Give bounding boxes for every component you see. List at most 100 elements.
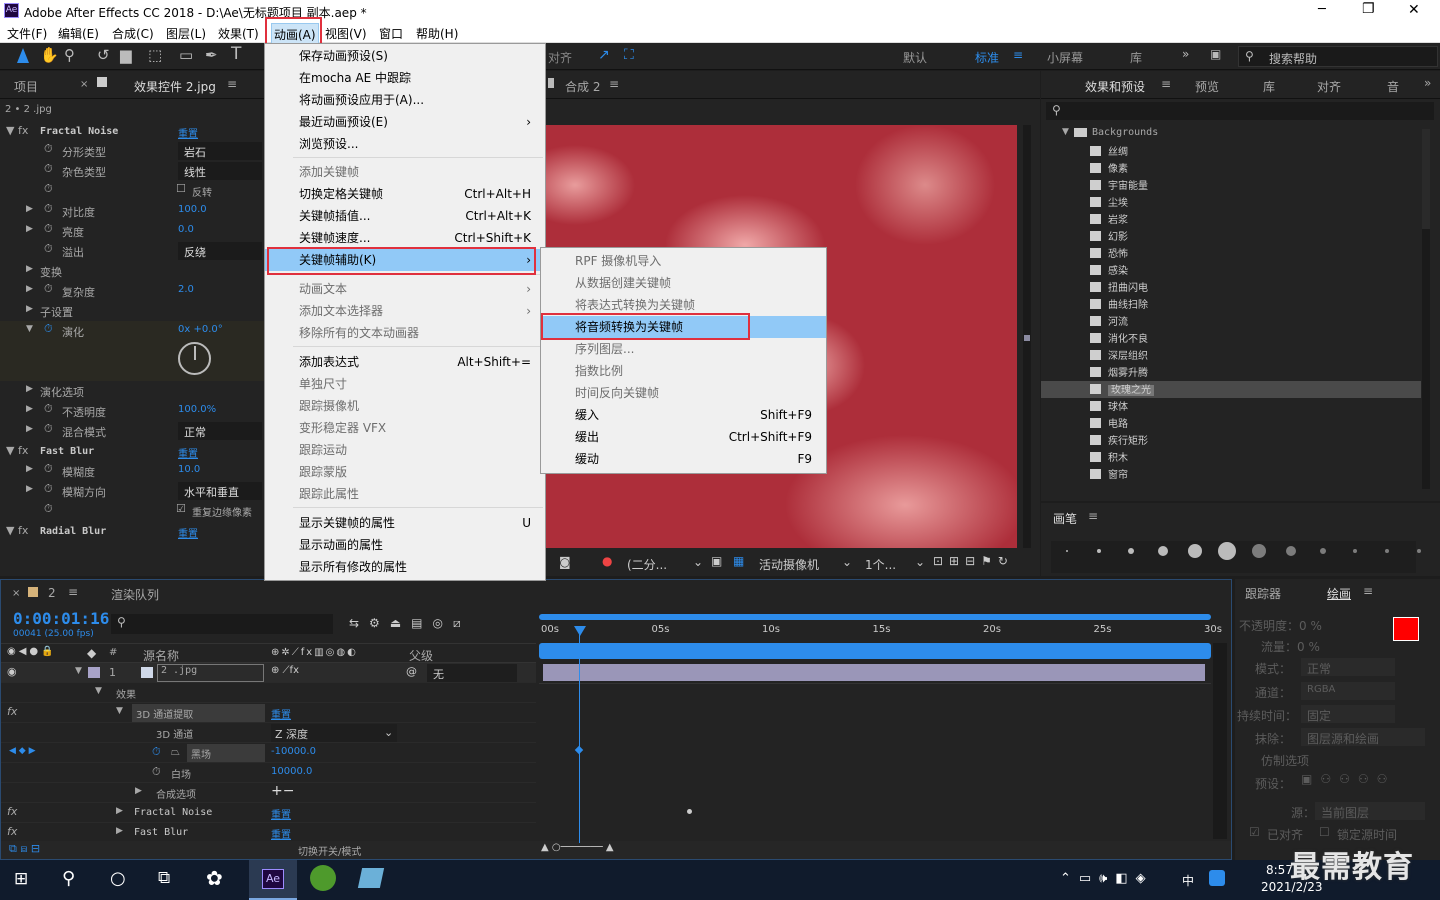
- preset-item[interactable]: 感染: [1090, 262, 1128, 279]
- text-tool-icon[interactable]: T: [231, 44, 241, 64]
- footer-icons[interactable]: ⧉ ⧈ ⊟: [9, 842, 40, 856]
- preset-item[interactable]: 消化不良: [1090, 330, 1148, 347]
- stopwatch-icon[interactable]: ⏱: [44, 462, 53, 476]
- brush-tip[interactable]: [1252, 544, 1266, 558]
- stopwatch-icon[interactable]: ⏱: [44, 202, 53, 216]
- menu-layer[interactable]: 图层(L): [166, 25, 206, 42]
- keyframe-nav-icons[interactable]: ◀ ◆ ▶: [9, 746, 36, 756]
- layer-name[interactable]: 2 .jpg: [157, 664, 264, 682]
- expand-arrow-icon[interactable]: ▶: [26, 404, 33, 414]
- brush-tip[interactable]: [1417, 549, 1421, 553]
- shape-tool-icon[interactable]: ▭: [179, 46, 193, 64]
- checkbox[interactable]: ☐: [176, 182, 186, 195]
- tab-brushes[interactable]: 画笔: [1053, 510, 1077, 527]
- tab-tracker[interactable]: 跟踪器: [1245, 585, 1281, 602]
- stopwatch-icon[interactable]: ⏱: [44, 502, 53, 516]
- menu-item[interactable]: 从数据创建关键帧: [541, 272, 826, 294]
- preset-item[interactable]: 曲线扫除: [1090, 296, 1148, 313]
- tab-align[interactable]: 对齐: [1317, 78, 1341, 95]
- fx-icon[interactable]: fx: [7, 825, 17, 838]
- effect-name[interactable]: Fast Blur: [134, 827, 188, 838]
- pickwhip-icon[interactable]: @: [406, 665, 417, 678]
- layer-row[interactable]: ◉ 1 ▼ 2 .jpg ⊕ ⟋fx @ 无: [1, 663, 536, 683]
- menu-item[interactable]: 序列图层...: [541, 338, 826, 360]
- preset-item[interactable]: 岩浆: [1090, 211, 1128, 228]
- menu-item[interactable]: 跟踪运动: [265, 439, 545, 461]
- effects-search-input[interactable]: ⚲: [1046, 102, 1434, 120]
- workspace-library[interactable]: 库: [1130, 49, 1142, 66]
- expand-arrow-icon[interactable]: ▶: [26, 384, 33, 394]
- menu-item[interactable]: 最近动画预设(E) ›: [265, 111, 545, 133]
- menu-window[interactable]: 窗口: [379, 25, 403, 42]
- camera-tool-icon[interactable]: ▆: [120, 46, 132, 64]
- expand-arrow-icon[interactable]: ▼: [75, 666, 82, 676]
- minimize-button[interactable]: ─: [1318, 2, 1326, 17]
- tab-menu-icon[interactable]: ≡: [1088, 509, 1098, 523]
- tab-menu-icon[interactable]: ≡: [68, 585, 78, 599]
- preset-item[interactable]: 积木: [1090, 449, 1128, 466]
- menu-effect[interactable]: 效果(T): [218, 25, 259, 42]
- preset-item[interactable]: 玫瑰之光: [1041, 381, 1421, 398]
- value-field[interactable]: 10.0: [178, 464, 200, 475]
- reset-link[interactable]: 重置: [271, 806, 291, 821]
- scroll-handle[interactable]: [1422, 129, 1430, 229]
- reset-link[interactable]: 重置: [178, 445, 198, 460]
- clock-time[interactable]: 8:57: [1266, 863, 1293, 877]
- viewer-options-icons[interactable]: ⊡⊞⊟⚑↻: [933, 554, 1014, 568]
- brush-tip[interactable]: [1385, 549, 1389, 553]
- value-dropdown[interactable]: 水平和垂直: [178, 482, 262, 500]
- clone-preset-icons[interactable]: ▣⚇⚇⚇⚇: [1301, 772, 1395, 786]
- evolution-dial[interactable]: [178, 342, 211, 375]
- menu-item[interactable]: 关键帧插值... Ctrl+Alt+K: [265, 205, 545, 227]
- notebook-app-icon[interactable]: [357, 868, 385, 888]
- foreground-color-swatch[interactable]: [1393, 617, 1419, 641]
- cortana-icon[interactable]: ○: [110, 868, 126, 889]
- effect-prop-row[interactable]: ▼ fx Radial Blur 重置: [0, 521, 265, 541]
- time-ruler[interactable]: 00s 05s 10s 15s 20s 25s 30s: [539, 614, 1222, 642]
- menu-item[interactable]: 缓出 Ctrl+Shift+F9: [541, 426, 826, 448]
- value-dropdown[interactable]: 反绕: [178, 242, 262, 260]
- checkbox-label[interactable]: 反转: [192, 184, 212, 199]
- brush-tip[interactable]: [1097, 549, 1101, 553]
- menu-item[interactable]: 跟踪蒙版: [265, 461, 545, 483]
- tab-menu-icon[interactable]: ≡: [1161, 77, 1171, 91]
- close-button[interactable]: ✕: [1408, 2, 1420, 18]
- tab-audio[interactable]: 音: [1387, 78, 1399, 95]
- tab-composition[interactable]: 合成 2: [565, 78, 600, 95]
- menu-composition[interactable]: 合成(C): [112, 25, 154, 42]
- tab-menu-icon[interactable]: ≡: [227, 77, 237, 91]
- workspace-small-screen[interactable]: 小屏幕: [1047, 49, 1083, 66]
- expand-arrow-icon[interactable]: ▼ fx: [6, 124, 28, 137]
- value-field[interactable]: 0x +0.0°: [178, 324, 223, 335]
- effect-prop-row[interactable]: ▶ 子设置: [0, 301, 265, 321]
- timeline-scrollbar[interactable]: [1213, 643, 1227, 839]
- stopwatch-icon[interactable]: ⏱: [152, 765, 161, 779]
- search-icon[interactable]: ⚲: [62, 868, 75, 889]
- effect-prop-row[interactable]: ⏱ 分形类型 岩石: [0, 141, 265, 161]
- fx-switch[interactable]: ⊕ ⟋fx: [271, 665, 299, 676]
- white-point-value[interactable]: 10000.0: [271, 766, 312, 777]
- snap-icon[interactable]: ↗: [598, 47, 610, 63]
- start-icon[interactable]: ⊞: [14, 869, 28, 889]
- effect-name[interactable]: 3D 通道提取: [132, 704, 265, 722]
- menu-item[interactable]: RPF 摄像机导入: [541, 250, 826, 272]
- sync-icon[interactable]: ▣: [1210, 47, 1221, 61]
- expand-arrow-icon[interactable]: ▶: [26, 284, 33, 294]
- close-tab-icon[interactable]: ×: [80, 79, 88, 90]
- menu-edit[interactable]: 编辑(E): [58, 25, 99, 42]
- menu-view[interactable]: 视图(V): [325, 25, 367, 42]
- menu-item[interactable]: 移除所有的文本动画器: [265, 322, 545, 344]
- effect-prop-row[interactable]: ⏱ 溢出 反绕: [0, 241, 265, 261]
- preset-item[interactable]: 电路: [1090, 415, 1128, 432]
- channel-dropdown[interactable]: RGBA: [1301, 682, 1395, 700]
- label-color[interactable]: [88, 667, 100, 678]
- expand-arrow-icon[interactable]: ▶: [116, 826, 123, 836]
- menu-item[interactable]: 显示动画的属性: [265, 534, 545, 556]
- expand-arrow-icon[interactable]: ▼: [26, 324, 33, 334]
- menu-item[interactable]: 指数比例: [541, 360, 826, 382]
- tab-menu-icon[interactable]: ≡: [1363, 584, 1373, 598]
- lock-source-checkbox[interactable]: ☐: [1319, 825, 1330, 839]
- menu-item[interactable]: 缓入 Shift+F9: [541, 404, 826, 426]
- preset-item[interactable]: 尘埃: [1090, 194, 1128, 211]
- tab-project[interactable]: 项目: [14, 78, 38, 95]
